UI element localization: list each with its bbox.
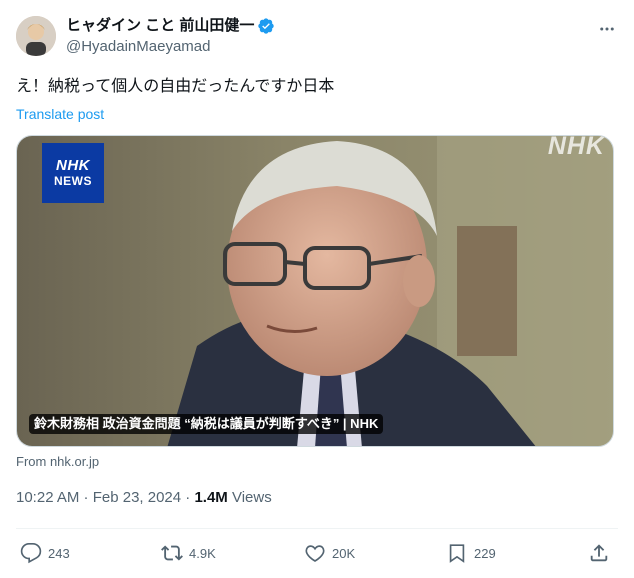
bookmark-icon xyxy=(449,544,465,563)
nhk-news-logo: NHK NEWS xyxy=(42,143,104,203)
like-count: 20K xyxy=(332,545,356,561)
bookmark-count: 229 xyxy=(474,545,496,561)
repost-count: 4.9K xyxy=(189,545,216,561)
views-count: 1.4M xyxy=(194,489,228,506)
translate-post-link[interactable]: Translate post xyxy=(16,105,104,123)
divider xyxy=(16,528,618,529)
repost-button[interactable]: 4.9K xyxy=(161,541,216,565)
display-name-text[interactable]: ヒャダイン こと 前山田健一 xyxy=(66,16,254,36)
news-logo-text: NEWS xyxy=(54,174,92,188)
post-text: え！納税って個人の自由だったんですか日本 xyxy=(16,78,335,95)
like-button[interactable]: 20K xyxy=(304,541,355,565)
heart-icon xyxy=(305,545,325,562)
post-meta: 10:22 AM · Feb 23, 2024 · 1.4M Views xyxy=(16,488,272,508)
verified-badge-icon xyxy=(257,17,275,35)
post-header: ヒャダイン こと 前山田健一 @HyadainMaeyamad xyxy=(16,14,618,62)
avatar-image xyxy=(16,16,56,56)
more-options-icon[interactable] xyxy=(596,18,618,40)
link-card[interactable]: NHK NEWS NHK 鈴木財務相 政治資金問題 “納税は議員が判断すべき” … xyxy=(16,135,614,447)
card-source[interactable]: From nhk.or.jp xyxy=(16,453,99,471)
author-display-name[interactable]: ヒャダイン こと 前山田健一 xyxy=(66,16,275,36)
avatar[interactable] xyxy=(16,16,56,56)
share-icon xyxy=(590,544,608,562)
news-photo xyxy=(17,136,613,446)
action-bar: 243 4.9K 20K 229 xyxy=(16,541,618,565)
repost-icon xyxy=(161,545,183,561)
reply-count: 243 xyxy=(48,545,70,561)
views-label: Views xyxy=(227,489,272,506)
author-names: ヒャダイン こと 前山田健一 @HyadainMaeyamad xyxy=(66,16,275,57)
timestamp[interactable]: 10:22 AM · Feb 23, 2024 · xyxy=(16,489,194,506)
nhk-logo-text: NHK xyxy=(56,157,90,174)
author-handle[interactable]: @HyadainMaeyamad xyxy=(66,37,275,57)
share-button[interactable] xyxy=(588,541,610,565)
bookmark-button[interactable]: 229 xyxy=(446,541,496,565)
reply-icon xyxy=(20,543,42,564)
nhk-watermark: NHK xyxy=(547,135,605,160)
reply-button[interactable]: 243 xyxy=(20,541,70,565)
card-title[interactable]: 鈴木財務相 政治資金問題 “納税は議員が判断すべき” | NHK xyxy=(29,414,384,434)
